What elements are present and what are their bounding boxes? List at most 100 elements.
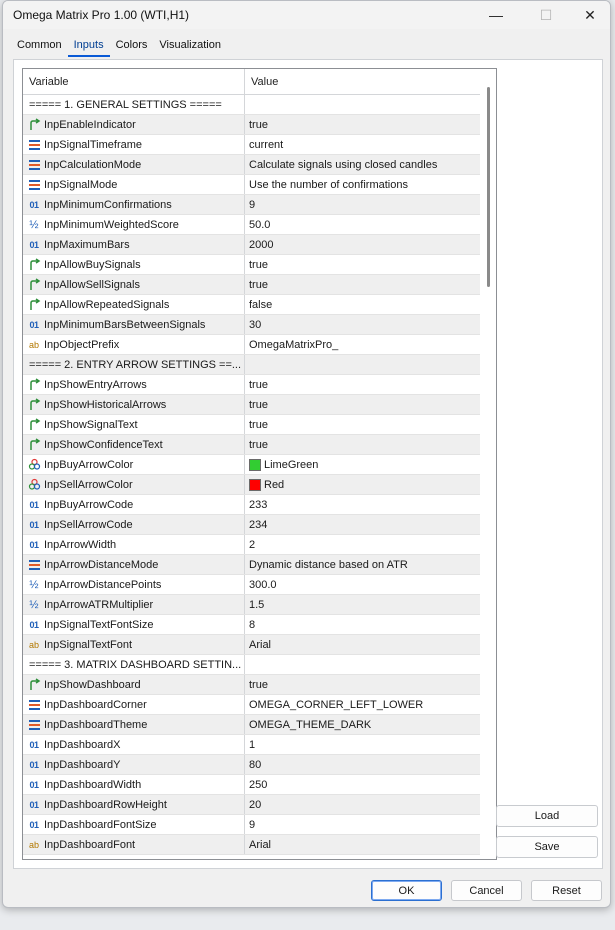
value-cell[interactable]: Dynamic distance based on ATR xyxy=(245,555,480,574)
value-cell[interactable]: Arial xyxy=(245,635,480,654)
ok-button[interactable]: OK xyxy=(371,880,442,901)
table-row[interactable]: InpEnableIndicator true xyxy=(23,115,480,135)
value-text: 2 xyxy=(249,538,256,551)
table-row[interactable]: InpShowSignalText true xyxy=(23,415,480,435)
value-cell[interactable]: Calculate signals using closed candles xyxy=(245,155,480,174)
table-row[interactable]: 01 InpDashboardWidth 250 xyxy=(23,775,480,795)
section-row[interactable]: ===== 3. MATRIX DASHBOARD SETTIN... xyxy=(23,655,480,675)
table-row[interactable]: 01 InpDashboardX 1 xyxy=(23,735,480,755)
inputs-panel: Variable Value ===== 1. GENERAL SETTINGS… xyxy=(13,59,603,869)
table-row[interactable]: InpSignalTimeframe current xyxy=(23,135,480,155)
value-cell[interactable]: OMEGA_THEME_DARK xyxy=(245,715,480,734)
table-row[interactable]: 01 InpDashboardY 80 xyxy=(23,755,480,775)
variable-cell: ===== 3. MATRIX DASHBOARD SETTIN... xyxy=(23,655,245,674)
table-row[interactable]: InpShowEntryArrows true xyxy=(23,375,480,395)
table-row[interactable]: InpDashboardCorner OMEGA_CORNER_LEFT_LOWE… xyxy=(23,695,480,715)
table-row[interactable]: ½ InpArrowDistancePoints 300.0 xyxy=(23,575,480,595)
value-cell[interactable]: 233 xyxy=(245,495,480,514)
string-icon: ab xyxy=(28,339,39,350)
value-cell[interactable]: true xyxy=(245,415,480,434)
table-row[interactable]: InpArrowDistanceMode Dynamic distance bas… xyxy=(23,555,480,575)
table-row[interactable]: InpAllowBuySignals true xyxy=(23,255,480,275)
tab-visualization[interactable]: Visualization xyxy=(153,37,227,57)
table-row[interactable]: InpSignalMode Use the number of confirmat… xyxy=(23,175,480,195)
cancel-button[interactable]: Cancel xyxy=(451,880,522,901)
table-row[interactable]: InpShowHistoricalArrows true xyxy=(23,395,480,415)
value-cell[interactable]: 20 xyxy=(245,795,480,814)
variable-name: InpArrowDistanceMode xyxy=(44,558,159,571)
value-cell[interactable]: true xyxy=(245,275,480,294)
table-row[interactable]: 01 InpSignalTextFontSize 8 xyxy=(23,615,480,635)
value-cell[interactable]: current xyxy=(245,135,480,154)
table-row[interactable]: 01 InpMinimumConfirmations 9 xyxy=(23,195,480,215)
table-row[interactable]: 01 InpMinimumBarsBetweenSignals 30 xyxy=(23,315,480,335)
value-cell[interactable]: false xyxy=(245,295,480,314)
value-cell[interactable]: Red xyxy=(245,475,480,494)
value-cell[interactable]: true xyxy=(245,255,480,274)
value-cell[interactable]: 250 xyxy=(245,775,480,794)
save-button[interactable]: Save xyxy=(496,836,598,858)
table-row[interactable]: InpDashboardTheme OMEGA_THEME_DARK xyxy=(23,715,480,735)
table-row[interactable]: 01 InpSellArrowCode 234 xyxy=(23,515,480,535)
section-row[interactable]: ===== 1. GENERAL SETTINGS ===== xyxy=(23,95,480,115)
value-cell[interactable]: 1.5 xyxy=(245,595,480,614)
load-button[interactable]: Load xyxy=(496,805,598,827)
value-cell[interactable]: 9 xyxy=(245,815,480,834)
column-header-value[interactable]: Value xyxy=(245,69,480,95)
scrollbar-thumb[interactable] xyxy=(487,87,490,287)
reset-button[interactable]: Reset xyxy=(531,880,602,901)
value-cell[interactable]: true xyxy=(245,675,480,694)
table-row[interactable]: InpSellArrowColor Red xyxy=(23,475,480,495)
value-cell[interactable]: OMEGA_CORNER_LEFT_LOWER xyxy=(245,695,480,714)
table-row[interactable]: ½ InpMinimumWeightedScore 50.0 xyxy=(23,215,480,235)
value-cell xyxy=(245,95,480,114)
value-cell[interactable]: true xyxy=(245,395,480,414)
table-row[interactable]: InpShowConfidenceText true xyxy=(23,435,480,455)
variable-name: InpArrowATRMultiplier xyxy=(44,598,154,611)
value-cell[interactable]: 9 xyxy=(245,195,480,214)
table-row[interactable]: 01 InpArrowWidth 2 xyxy=(23,535,480,555)
table-row[interactable]: 01 InpDashboardFontSize 9 xyxy=(23,815,480,835)
variable-cell: InpSignalTimeframe xyxy=(23,135,245,154)
table-row[interactable]: InpAllowSellSignals true xyxy=(23,275,480,295)
value-cell[interactable]: true xyxy=(245,375,480,394)
table-row[interactable]: InpCalculationMode Calculate signals usin… xyxy=(23,155,480,175)
value-cell[interactable]: 8 xyxy=(245,615,480,634)
table-row[interactable]: ab InpSignalTextFont Arial xyxy=(23,635,480,655)
table-row[interactable]: InpBuyArrowColor LimeGreen xyxy=(23,455,480,475)
tab-common[interactable]: Common xyxy=(11,37,68,57)
table-row[interactable]: 01 InpDashboardRowHeight 20 xyxy=(23,795,480,815)
value-cell[interactable]: OmegaMatrixPro_ xyxy=(245,335,480,354)
value-cell[interactable]: Use the number of confirmations xyxy=(245,175,480,194)
column-header-variable[interactable]: Variable xyxy=(23,69,245,95)
section-row[interactable]: ===== 2. ENTRY ARROW SETTINGS ==... xyxy=(23,355,480,375)
table-row[interactable]: InpShowDashboard true xyxy=(23,675,480,695)
value-text: 9 xyxy=(249,198,256,211)
minimize-button[interactable]: — xyxy=(473,1,519,29)
value-text: OMEGA_CORNER_LEFT_LOWER xyxy=(249,698,424,711)
value-cell[interactable]: 2 xyxy=(245,535,480,554)
value-cell[interactable]: 30 xyxy=(245,315,480,334)
table-row[interactable]: ab InpDashboardFont Arial xyxy=(23,835,480,855)
value-cell[interactable]: Arial xyxy=(245,835,480,854)
close-button[interactable]: ✕ xyxy=(567,1,610,29)
value-cell[interactable]: 1 xyxy=(245,735,480,754)
title-bar: Omega Matrix Pro 1.00 (WTI,H1) — ☐ ✕ xyxy=(3,1,610,29)
value-cell[interactable]: true xyxy=(245,435,480,454)
value-cell[interactable]: 2000 xyxy=(245,235,480,254)
tab-colors[interactable]: Colors xyxy=(110,37,154,57)
value-cell[interactable]: LimeGreen xyxy=(245,455,480,474)
table-row[interactable]: 01 InpMaximumBars 2000 xyxy=(23,235,480,255)
value-cell[interactable]: 300.0 xyxy=(245,575,480,594)
value-cell[interactable]: true xyxy=(245,115,480,134)
table-row[interactable]: ½ InpArrowATRMultiplier 1.5 xyxy=(23,595,480,615)
table-row[interactable]: ab InpObjectPrefix OmegaMatrixPro_ xyxy=(23,335,480,355)
tab-inputs[interactable]: Inputs xyxy=(67,37,110,57)
table-row[interactable]: InpAllowRepeatedSignals false xyxy=(23,295,480,315)
table-row[interactable]: 01 InpBuyArrowCode 233 xyxy=(23,495,480,515)
value-cell[interactable]: 234 xyxy=(245,515,480,534)
value-cell[interactable]: 50.0 xyxy=(245,215,480,234)
value-cell[interactable]: 80 xyxy=(245,755,480,774)
vertical-scrollbar[interactable] xyxy=(480,69,496,859)
variable-cell: InpArrowDistanceMode xyxy=(23,555,245,574)
